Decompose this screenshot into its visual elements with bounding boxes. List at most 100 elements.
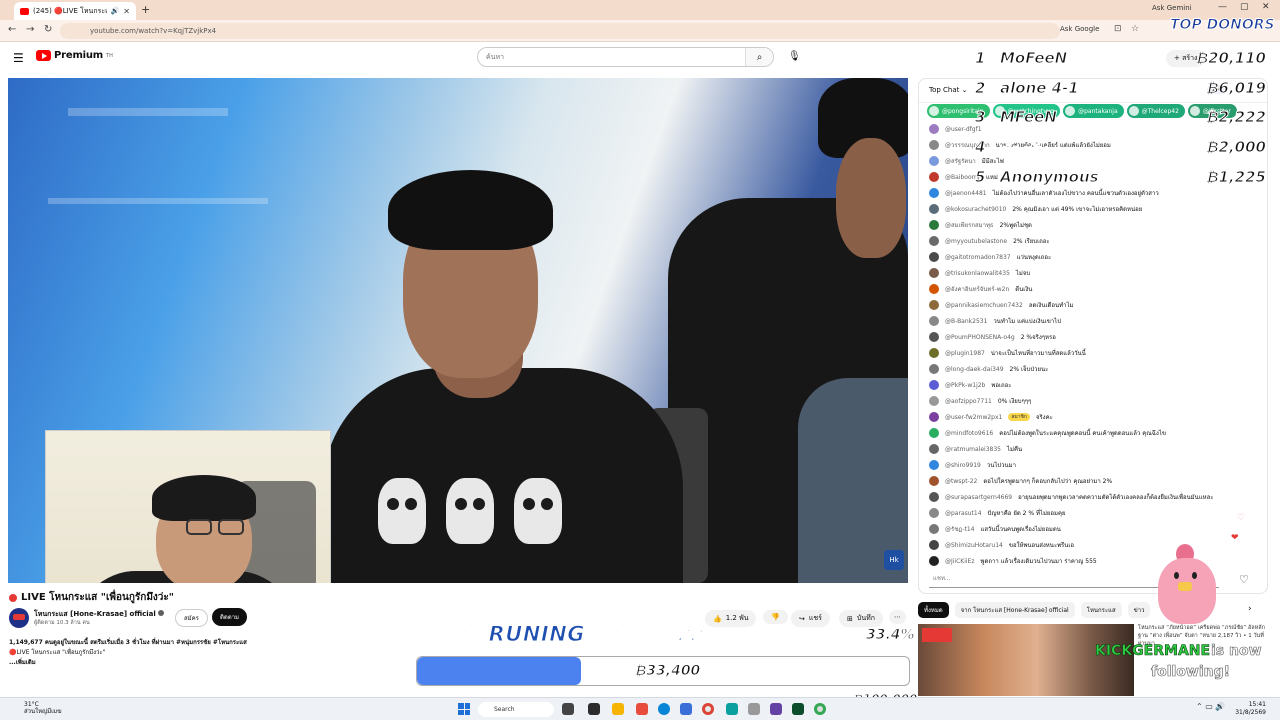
reload-icon[interactable]: ↻ (44, 24, 52, 35)
chevron-right-icon[interactable]: › (1248, 604, 1252, 614)
chat-author[interactable]: @ratmumalei3835 (945, 446, 1001, 453)
chat-author[interactable]: @PoumPHONSENA-o4g (945, 334, 1015, 341)
chat-author[interactable]: @jaenon4481 (945, 190, 987, 197)
chat-message[interactable]: @ratmumalei3835 ไม่คืน (929, 441, 1259, 457)
chat-author[interactable]: @user-fw2mw2px1 (945, 414, 1002, 421)
join-button[interactable]: สมัคร (175, 609, 208, 627)
chat-message[interactable]: @B-Bank2531 วนทำไม แค่แบ่งเงินเขาไป (929, 313, 1259, 329)
filter-chip[interactable]: ทั้งหมด (918, 602, 949, 618)
filter-chip[interactable]: โหนกระแส (1080, 602, 1122, 618)
chat-message[interactable]: @PoumPHONSENA-o4g 2 %จริงๆหรอ (929, 329, 1259, 345)
youtube-logo[interactable]: Premium TH (36, 50, 113, 61)
chat-author[interactable]: @JiiCKiiEz (945, 558, 975, 565)
chat-message[interactable]: @trisukonlaowalit435 ไม่จบ (929, 265, 1259, 281)
chat-message[interactable]: @pannikasiemchuen7432 ลดเงินเดือนทำไม (929, 297, 1259, 313)
chat-message[interactable]: @mindfoto9616 คอปไม่ต้องพูดในระแคคุณพูดคอ… (929, 425, 1259, 441)
chat-author[interactable]: @user-dfgf1 (945, 126, 982, 133)
microphone-icon[interactable]: 🎙 (788, 51, 801, 62)
chat-author[interactable]: @อังคาอินทร์จันทร์-w2n (945, 284, 1009, 294)
chat-author[interactable]: @twspt-22 (945, 478, 977, 485)
ask-gemini-button[interactable]: Ask Gemini (1152, 4, 1192, 12)
discord-icon[interactable] (770, 703, 782, 715)
app-icon[interactable] (636, 703, 648, 715)
edge-browser-icon[interactable] (658, 703, 670, 715)
filter-chip[interactable]: จาก โหนกระแส [Hone-Krasae] official (954, 602, 1075, 618)
chat-author[interactable]: @shiro9919 (945, 462, 981, 469)
super-chat-ticker[interactable]: @pantakanja (1063, 104, 1124, 118)
install-icon[interactable]: ⊡ (1114, 24, 1122, 34)
chat-message[interactable]: @PkPk-w1j2b พอเถอะ (929, 377, 1259, 393)
chat-author[interactable]: @รัชฏ-t14 (945, 524, 974, 534)
chat-author[interactable]: @myyoutubelastone (945, 238, 1007, 245)
more-actions-icon[interactable]: ⋯ (889, 610, 906, 624)
save-button[interactable]: ⊞ บันทึก (839, 610, 883, 627)
task-view-icon[interactable] (562, 703, 574, 715)
url-field[interactable]: youtube.com/watch?v=KqjTZvjkPx4 (60, 23, 1060, 39)
video-player[interactable]: Hk (8, 78, 908, 583)
search-icon[interactable]: ⌕ (745, 48, 773, 66)
chat-author[interactable]: @trisukonlaowalit435 (945, 270, 1010, 277)
chat-message[interactable]: @surapasartgern4669 อายุนอยพุดมากพูดเวลาค… (929, 489, 1259, 505)
forward-arrow-icon[interactable]: → (26, 24, 34, 35)
audio-icon[interactable]: 🔊 (111, 7, 120, 15)
chrome-icon[interactable] (702, 703, 714, 715)
close-tab-icon[interactable]: ✕ (123, 7, 130, 16)
app-icon[interactable] (792, 703, 804, 715)
chat-message[interactable]: @long-daek-dai349 2% เจ็บป่วยนะ (929, 361, 1259, 377)
app-icon[interactable] (726, 703, 738, 715)
chat-message[interactable]: @aofzippo7711 0% เงียบๆๆๆ (929, 393, 1259, 409)
windows-start-icon[interactable] (458, 703, 470, 715)
chat-author[interactable]: @surapasartgern4669 (945, 494, 1012, 501)
chat-author[interactable]: @gaitotromadon7837 (945, 254, 1011, 261)
search-input[interactable] (478, 48, 745, 66)
file-explorer-icon[interactable] (612, 703, 624, 715)
chat-author[interactable]: @B-Bank2531 (945, 318, 987, 325)
weather-widget[interactable]: 31°C ส่วนใหญ่มีเมฆ (24, 701, 62, 715)
minimize-icon[interactable]: — (1218, 2, 1227, 12)
chat-message[interactable]: @อังคาอินทร์จันทร์-w2n ดีนเงิน (929, 281, 1259, 297)
clock[interactable]: 15:41 31/8/2569 (1226, 701, 1266, 717)
like-button[interactable]: 👍 1.2 พัน (705, 610, 757, 627)
close-window-icon[interactable]: ✕ (1262, 2, 1270, 12)
subscribe-button[interactable]: ติดตาม (212, 608, 248, 626)
new-tab-button[interactable]: + (141, 3, 150, 16)
chat-author[interactable]: @parasut14 (945, 510, 982, 517)
chrome-active-icon[interactable] (814, 703, 826, 715)
chat-message[interactable]: @plugin1987 น่าจะเป็นไหนที่อาวมานที่สดแล้… (929, 345, 1259, 361)
ask-google-button[interactable]: Ask Google (1060, 25, 1099, 33)
heart-reaction-button[interactable]: ♡ (1239, 573, 1249, 586)
chat-author[interactable]: @aofzippo7711 (945, 398, 992, 405)
maximize-icon[interactable]: ▢ (1240, 2, 1249, 12)
dislike-button[interactable]: 👎 (763, 610, 788, 624)
chat-message[interactable]: @user-fw2mw2px1 สมาชิก จริงคะ (929, 409, 1259, 425)
chat-message[interactable]: @shiro9919 วนไปวนมา (929, 457, 1259, 473)
chat-message[interactable]: @รัชฏ-t14 แสวันนี้วนคนพูดเรื่องไม่ยอมตน (929, 521, 1259, 537)
back-arrow-icon[interactable]: ← (8, 24, 16, 35)
system-tray-icons[interactable]: ⌃ ▭ 🔊 (1196, 702, 1225, 711)
chat-message-list[interactable]: @user-dfgf1 @วรรรณบุญนาก นายยังช่วยต้องรับ… (929, 121, 1259, 569)
app-icon[interactable] (748, 703, 760, 715)
store-icon[interactable] (680, 703, 692, 715)
chat-author[interactable]: @kokosurachet9010 (945, 206, 1006, 213)
chat-message[interactable]: @gaitotromadon7837 แว่นหงุดเถอะ (929, 249, 1259, 265)
chat-message[interactable]: @myyoutubelastone 2% เรียบเถอะ (929, 233, 1259, 249)
channel-avatar[interactable] (9, 608, 29, 628)
app-icon[interactable] (588, 703, 600, 715)
browser-tab-active[interactable]: (245) 🔴LIVE โหนกระแส "เพื่อ 🔊 ✕ (14, 2, 136, 20)
chat-message[interactable]: @parasut14 ปัญหาคือ ยัด 2 % ที่ไม่ยอมคุย (929, 505, 1259, 521)
taskbar-search[interactable]: Search (478, 702, 554, 717)
chat-message[interactable]: @สมเพียรกสมาทุธ 2%พูดไม่ชุด (929, 217, 1259, 233)
menu-icon[interactable]: ☰ (13, 51, 24, 65)
filter-chip[interactable]: ข่าว (1127, 602, 1151, 618)
chat-author[interactable]: @plugin1987 (945, 350, 985, 357)
related-video-thumbnail[interactable] (918, 624, 1134, 696)
chat-author[interactable]: @ShimizuHotaru14 (945, 542, 1003, 549)
chat-author[interactable]: @mindfoto9616 (945, 430, 993, 437)
chat-author[interactable]: @สมเพียรกสมาทุธ (945, 220, 994, 230)
chat-author[interactable]: @PkPk-w1j2b (945, 382, 985, 389)
bookmark-star-icon[interactable]: ☆ (1131, 24, 1139, 34)
share-button[interactable]: ↪ แชร์ (791, 610, 830, 627)
chat-author[interactable]: @long-daek-dai349 (945, 366, 1004, 373)
chat-message[interactable]: @twspt-22 ตอไปใครพูดมากๆ ก็ตอบกลับไปว่า ค… (929, 473, 1259, 489)
chat-message[interactable]: @kokosurachet9010 2% คุณมิงเอา แต่ 49% เข… (929, 201, 1259, 217)
